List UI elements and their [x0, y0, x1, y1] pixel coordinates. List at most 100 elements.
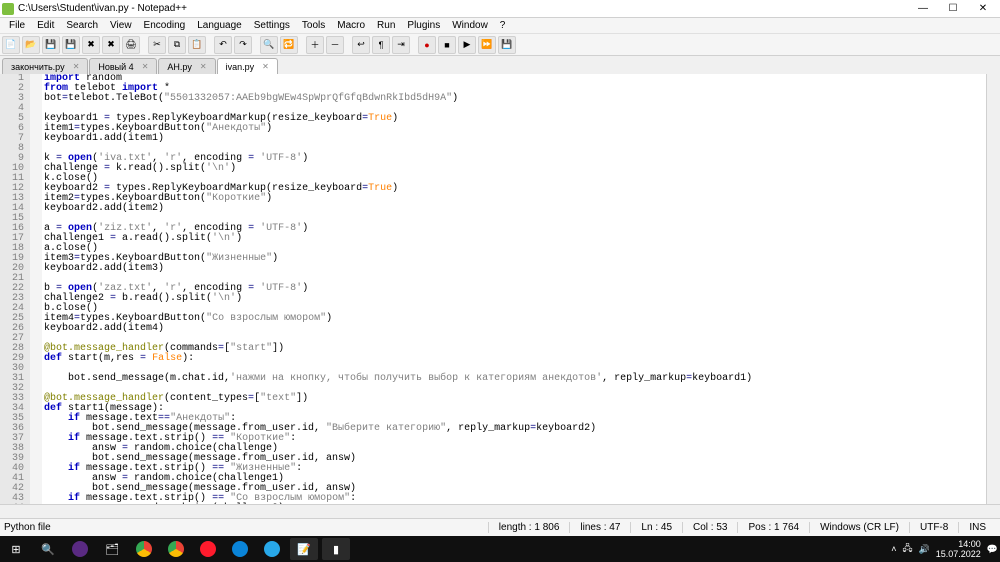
code-line[interactable]: challenge = k.read().split('\n') [44, 164, 986, 174]
zoom-in-button[interactable]: ＋ [306, 36, 324, 54]
code-line[interactable]: item2=types.KeyboardButton("Короткие") [44, 194, 986, 204]
app-icon [2, 3, 14, 15]
menu-settings[interactable]: Settings [249, 20, 295, 31]
code-line[interactable]: def start(m,res = False): [44, 354, 986, 364]
code-line[interactable]: item1=types.KeyboardButton("Анекдоты") [44, 124, 986, 134]
menu-macro[interactable]: Macro [332, 20, 370, 31]
status-lines: lines : 47 [569, 522, 630, 533]
horizontal-scrollbar[interactable] [0, 504, 1000, 518]
copy-button[interactable]: ⧉ [168, 36, 186, 54]
code-area[interactable]: import randomfrom telebot import *bot=te… [42, 74, 986, 504]
redo-button[interactable]: ↷ [234, 36, 252, 54]
window-title: C:\Users\Student\ivan.py - Notepad++ [18, 3, 908, 14]
task-notepadpp-icon[interactable]: 📝 [290, 538, 318, 560]
task-explorer-icon[interactable]: 🗂 [98, 538, 126, 560]
show-all-chars-button[interactable]: ¶ [372, 36, 390, 54]
fold-margin[interactable] [30, 74, 42, 504]
code-editor[interactable]: 1234567891011121314151617181920212223242… [0, 74, 1000, 504]
paste-button[interactable]: 📋 [188, 36, 206, 54]
menu-edit[interactable]: Edit [32, 20, 59, 31]
code-line[interactable]: @bot.message_handler(content_types=["tex… [44, 394, 986, 404]
open-file-button[interactable]: 📂 [22, 36, 40, 54]
code-line[interactable]: bot=telebot.TeleBot("5501332057:AAEb9bgW… [44, 94, 986, 104]
task-yandex-icon[interactable] [66, 538, 94, 560]
task-terminal-icon[interactable]: ▮ [322, 538, 350, 560]
macro-record-button[interactable]: ● [418, 36, 436, 54]
cut-button[interactable]: ✂ [148, 36, 166, 54]
save-all-button[interactable]: 💾 [62, 36, 80, 54]
indent-guide-button[interactable]: ⇥ [392, 36, 410, 54]
task-edge-icon[interactable] [226, 538, 254, 560]
status-eol: Windows (CR LF) [809, 522, 909, 533]
find-button[interactable]: 🔍 [260, 36, 278, 54]
tab-ah-py[interactable]: AH.py✕ [158, 58, 215, 74]
code-line[interactable]: bot.send_message(m.chat.id,'нажми на кно… [44, 374, 986, 384]
tray-volume-icon[interactable]: 🔊 [919, 544, 930, 555]
wordwrap-button[interactable]: ↩ [352, 36, 370, 54]
tab-close-icon[interactable]: ✕ [138, 62, 149, 71]
code-line[interactable]: keyboard2.add(item3) [44, 264, 986, 274]
macro-play-button[interactable]: ▶ [458, 36, 476, 54]
start-button[interactable]: ⊞ [2, 538, 30, 560]
tab-close-icon[interactable]: ✕ [69, 62, 80, 71]
task-chrome-icon[interactable] [130, 538, 158, 560]
menu-file[interactable]: File [4, 20, 30, 31]
tab-close-icon[interactable]: ✕ [196, 62, 207, 71]
tray-network-icon[interactable]: 🖧 [902, 541, 912, 557]
menu-view[interactable]: View [105, 20, 137, 31]
line-number-gutter: 1234567891011121314151617181920212223242… [0, 74, 30, 504]
code-line[interactable]: challenge2 = b.read().split('\n') [44, 294, 986, 304]
status-filetype: Python file [4, 522, 488, 533]
minimize-button[interactable]: — [908, 1, 938, 17]
macro-play-multi-button[interactable]: ⏩ [478, 36, 496, 54]
toolbar: 📄 📂 💾 💾 ✖ ✖ 🖨 ✂ ⧉ 📋 ↶ ↷ 🔍 🔁 ＋ － ↩ ¶ ⇥ ● … [0, 34, 1000, 56]
system-tray[interactable]: ˄ 🖧 🔊 14:00 15.07.2022 💬 [891, 539, 998, 559]
tray-notifications-icon[interactable]: 💬 [987, 544, 998, 555]
menu-window[interactable]: Window [447, 20, 493, 31]
task-opera-icon[interactable] [194, 538, 222, 560]
new-file-button[interactable]: 📄 [2, 36, 20, 54]
maximize-button[interactable]: ☐ [938, 1, 968, 17]
tab--4[interactable]: Новый 4 ✕ [89, 58, 157, 74]
tab-ivan-py[interactable]: ivan.py✕ [217, 58, 278, 74]
task-chrome2-icon[interactable] [162, 538, 190, 560]
menu-language[interactable]: Language [192, 20, 247, 31]
menu-tools[interactable]: Tools [297, 20, 330, 31]
replace-button[interactable]: 🔁 [280, 36, 298, 54]
menu-plugins[interactable]: Plugins [402, 20, 445, 31]
menu-?[interactable]: ? [495, 20, 511, 31]
code-line[interactable]: keyboard2.add(item2) [44, 204, 986, 214]
menu-encoding[interactable]: Encoding [139, 20, 191, 31]
zoom-out-button[interactable]: － [326, 36, 344, 54]
tab--py[interactable]: закончить.py ✕ [2, 58, 88, 74]
close-button[interactable]: ✕ [968, 1, 998, 17]
code-line[interactable]: keyboard1.add(item1) [44, 134, 986, 144]
tab-close-icon[interactable]: ✕ [258, 62, 269, 71]
windows-taskbar[interactable]: ⊞ 🔍 🗂 📝 ▮ ˄ 🖧 🔊 14:00 15.07.2022 💬 [0, 536, 1000, 562]
tray-clock[interactable]: 14:00 15.07.2022 [936, 539, 981, 559]
code-line[interactable]: import random [44, 74, 986, 84]
code-line[interactable]: item3=types.KeyboardButton("Жизненные") [44, 254, 986, 264]
close-all-button[interactable]: ✖ [102, 36, 120, 54]
status-ins: INS [958, 522, 996, 533]
tab-label: закончить.py [11, 62, 65, 72]
menu-bar: FileEditSearchViewEncodingLanguageSettin… [0, 18, 1000, 34]
task-telegram-icon[interactable] [258, 538, 286, 560]
status-bar: Python file length : 1 806 lines : 47 Ln… [0, 518, 1000, 536]
menu-run[interactable]: Run [372, 20, 400, 31]
macro-save-button[interactable]: 💾 [498, 36, 516, 54]
print-button[interactable]: 🖨 [122, 36, 140, 54]
macro-stop-button[interactable]: ■ [438, 36, 456, 54]
search-icon[interactable]: 🔍 [34, 538, 62, 560]
code-line[interactable]: keyboard2.add(item4) [44, 324, 986, 334]
menu-search[interactable]: Search [61, 20, 103, 31]
code-line[interactable]: challenge1 = a.read().split('\n') [44, 234, 986, 244]
save-button[interactable]: 💾 [42, 36, 60, 54]
code-line[interactable]: item4=types.KeyboardButton("Со взрослым … [44, 314, 986, 324]
vertical-scrollbar[interactable] [986, 74, 1000, 504]
status-length: length : 1 806 [488, 522, 570, 533]
tab-label: Новый 4 [98, 62, 133, 72]
tray-chevron-icon[interactable]: ˄ [891, 544, 896, 554]
close-file-button[interactable]: ✖ [82, 36, 100, 54]
undo-button[interactable]: ↶ [214, 36, 232, 54]
